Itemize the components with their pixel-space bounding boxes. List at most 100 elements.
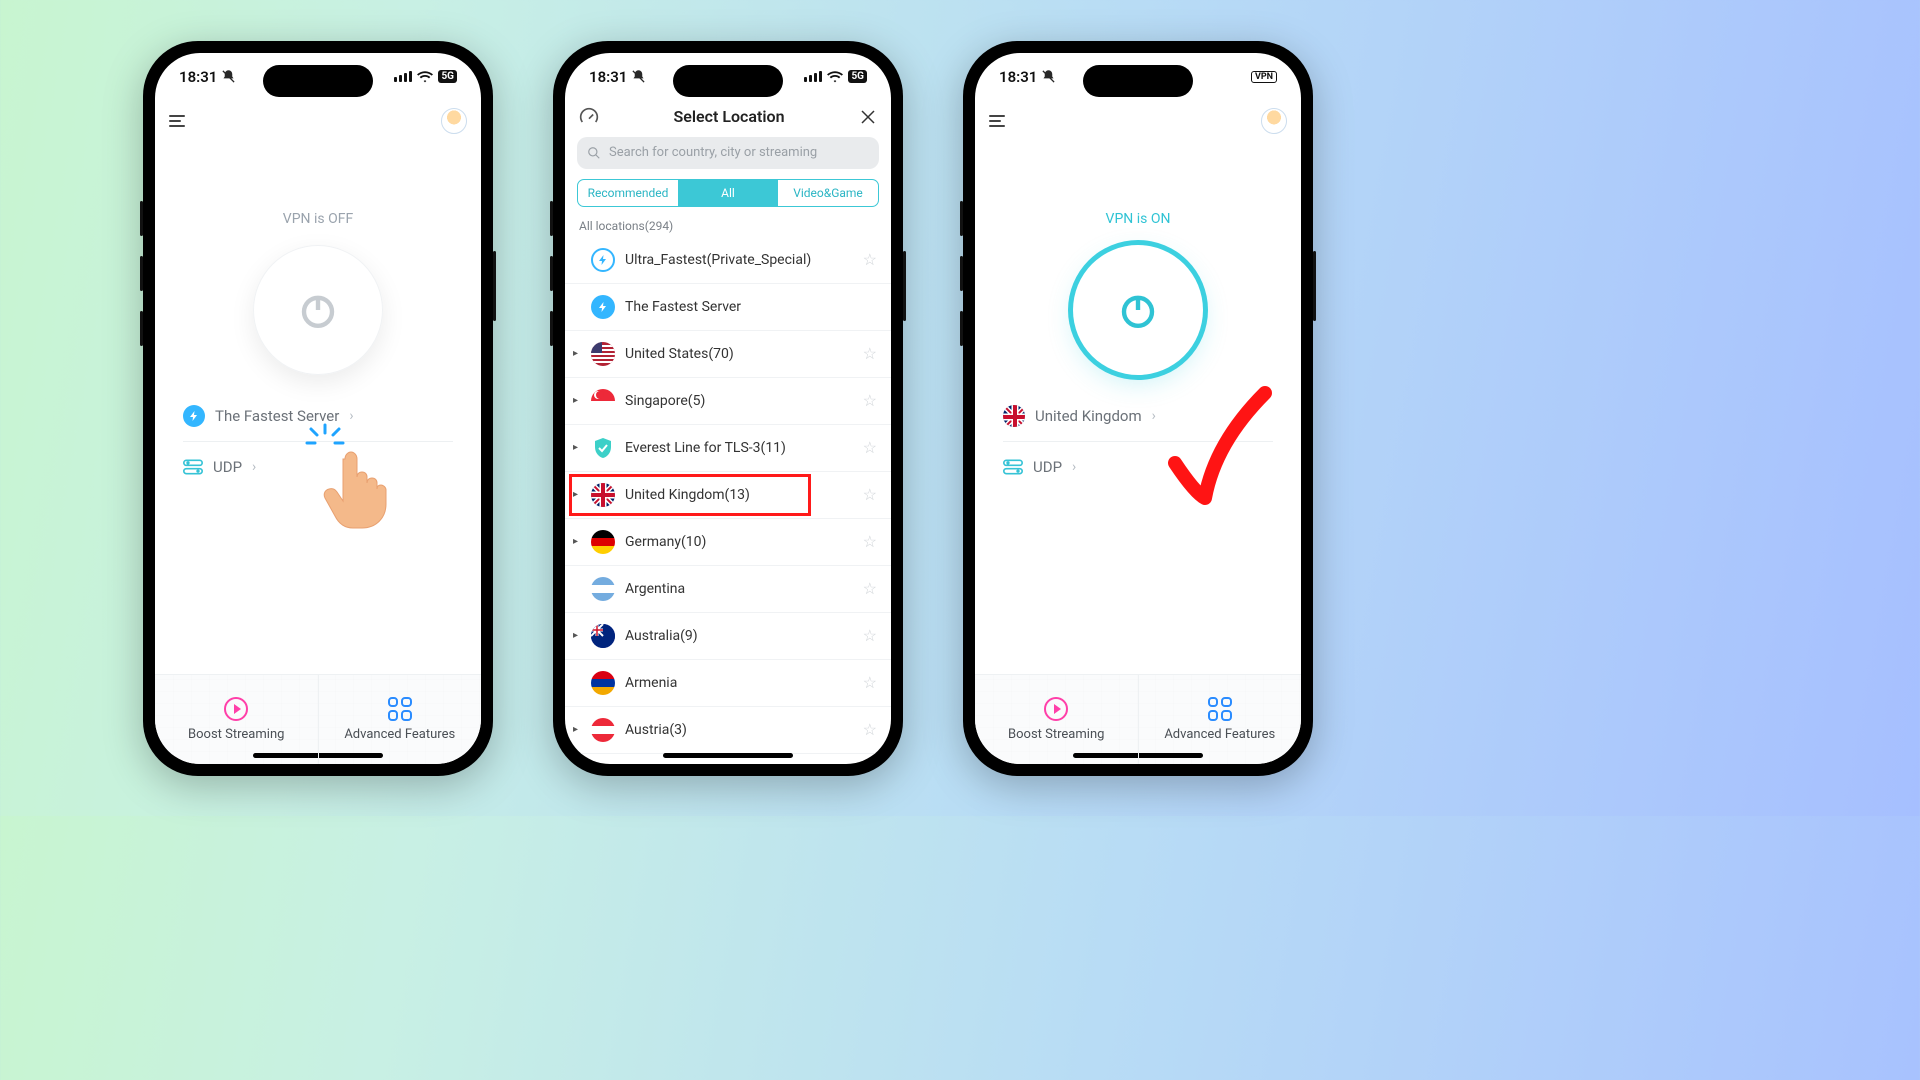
advanced-features-tab[interactable]: Advanced Features: [1139, 675, 1302, 764]
fiveg-icon: 5G: [438, 70, 457, 83]
star-icon[interactable]: ☆: [863, 344, 877, 363]
chevron-right-icon: ›: [1152, 408, 1156, 424]
dynamic-island: [673, 65, 783, 97]
star-icon[interactable]: ☆: [863, 579, 877, 598]
star-icon[interactable]: ☆: [863, 250, 877, 269]
protocol-label: UDP: [213, 458, 242, 476]
star-icon[interactable]: ☆: [863, 485, 877, 504]
boost-streaming-tab[interactable]: Boost Streaming: [155, 675, 319, 764]
silent-icon: [1041, 69, 1056, 84]
vpn-badge: VPN: [1251, 71, 1277, 83]
menu-button[interactable]: [989, 115, 1005, 127]
home-indicator[interactable]: [663, 753, 793, 758]
loc-everest[interactable]: ▸ Everest Line for TLS-3(11) ☆: [565, 425, 891, 472]
loc-ar[interactable]: Argentina ☆: [565, 566, 891, 613]
vpn-status-label: VPN is ON: [1106, 211, 1171, 227]
star-icon[interactable]: ☆: [863, 720, 877, 739]
flag-ar-icon: [591, 577, 615, 601]
tab-all[interactable]: All: [678, 180, 778, 206]
star-icon[interactable]: ☆: [863, 438, 877, 457]
main-area: VPN is OFF The Fastest Server › UDP ›: [155, 141, 481, 674]
loc-at[interactable]: ▸ Austria(3) ☆: [565, 707, 891, 754]
flag-sg-icon: [591, 389, 615, 413]
app-topbar: [975, 101, 1301, 141]
close-icon[interactable]: [859, 108, 877, 126]
loc-am[interactable]: Armenia ☆: [565, 660, 891, 707]
speed-icon[interactable]: [579, 107, 599, 127]
search-icon: [587, 146, 601, 160]
star-icon[interactable]: ☆: [863, 626, 877, 645]
flag-au-icon: [591, 624, 615, 648]
star-icon[interactable]: ☆: [863, 391, 877, 410]
play-icon: [1044, 697, 1068, 721]
flag-uk-icon: [1003, 405, 1025, 427]
power-icon: [1117, 289, 1159, 331]
adv-label: Advanced Features: [1164, 727, 1275, 742]
silent-icon: [221, 69, 236, 84]
profile-avatar[interactable]: [441, 108, 467, 134]
flag-at-icon: [591, 718, 615, 742]
star-icon[interactable]: ☆: [863, 673, 877, 692]
boost-streaming-tab[interactable]: Boost Streaming: [975, 675, 1139, 764]
loc-us[interactable]: ▸ United States(70) ☆: [565, 331, 891, 378]
advanced-features-tab[interactable]: Advanced Features: [319, 675, 482, 764]
protocol-icon: [183, 459, 203, 475]
loc-de[interactable]: ▸ Germany(10) ☆: [565, 519, 891, 566]
loc-fastest[interactable]: The Fastest Server: [565, 284, 891, 331]
protocol-selector[interactable]: UDP ›: [183, 458, 256, 476]
boost-label: Boost Streaming: [188, 727, 284, 742]
tab-video-game[interactable]: Video&Game: [778, 180, 878, 206]
flag-am-icon: [591, 671, 615, 695]
flag-de-icon: [591, 530, 615, 554]
vpn-status-label: VPN is OFF: [283, 211, 353, 227]
server-label: United Kingdom: [1035, 407, 1142, 425]
status-time: 18:31: [999, 68, 1037, 86]
screen-2: 18:31 5G Select Location Search for coun…: [565, 53, 891, 764]
screen-3: 18:31 VPN VPN is ON United Kingdom ›: [975, 53, 1301, 764]
dynamic-island: [263, 65, 373, 97]
search-input[interactable]: Search for country, city or streaming: [577, 137, 879, 169]
server-selector[interactable]: United Kingdom ›: [1003, 405, 1156, 427]
tab-recommended[interactable]: Recommended: [578, 180, 678, 206]
tap-annotation: [315, 441, 395, 535]
shield-icon: [591, 436, 615, 460]
dynamic-island: [1083, 65, 1193, 97]
loc-ultra[interactable]: Ultra_Fastest(Private_Special) ☆: [565, 237, 891, 284]
profile-avatar[interactable]: [1261, 108, 1287, 134]
phone-frame-3: 18:31 VPN VPN is ON United Kingdom ›: [963, 41, 1313, 776]
silent-icon: [631, 69, 646, 84]
cellular-icon: [394, 71, 412, 82]
loc-au[interactable]: ▸ Australia(9) ☆: [565, 613, 891, 660]
status-time: 18:31: [179, 68, 217, 86]
page-title: Select Location: [674, 107, 785, 126]
phone-frame-1: 18:31 5G VPN is OFF The Fastest Server ›: [143, 41, 493, 776]
loc-uk[interactable]: ▸ United Kingdom(13) ☆: [565, 472, 891, 519]
protocol-selector[interactable]: UDP ›: [1003, 458, 1076, 476]
connect-button[interactable]: [253, 245, 383, 375]
loc-sg[interactable]: ▸ Singapore(5) ☆: [565, 378, 891, 425]
bolt-icon: [183, 405, 205, 427]
chevron-right-icon: ›: [349, 408, 353, 424]
bolt-icon: [591, 295, 615, 319]
protocol-label: UDP: [1033, 458, 1062, 476]
star-icon[interactable]: ☆: [863, 532, 877, 551]
connect-button[interactable]: [1073, 245, 1203, 375]
cellular-icon: [804, 71, 822, 82]
play-icon: [224, 697, 248, 721]
bottom-tabs: Boost Streaming Advanced Features: [975, 674, 1301, 764]
chevron-right-icon: ›: [1072, 459, 1076, 475]
app-topbar: [155, 101, 481, 141]
location-header: Select Location: [565, 101, 891, 137]
fiveg-icon: 5G: [848, 70, 867, 83]
boost-label: Boost Streaming: [1008, 727, 1104, 742]
power-icon: [297, 289, 339, 331]
chevron-right-icon: ›: [252, 459, 256, 475]
adv-label: Advanced Features: [344, 727, 455, 742]
menu-button[interactable]: [169, 115, 185, 127]
phone-frame-2: 18:31 5G Select Location Search for coun…: [553, 41, 903, 776]
flag-uk-icon: [591, 483, 615, 507]
wifi-icon: [827, 71, 843, 83]
check-annotation: [1165, 383, 1275, 513]
location-list[interactable]: Ultra_Fastest(Private_Special) ☆ The Fas…: [565, 237, 891, 764]
location-tabs: Recommended All Video&Game: [577, 179, 879, 207]
